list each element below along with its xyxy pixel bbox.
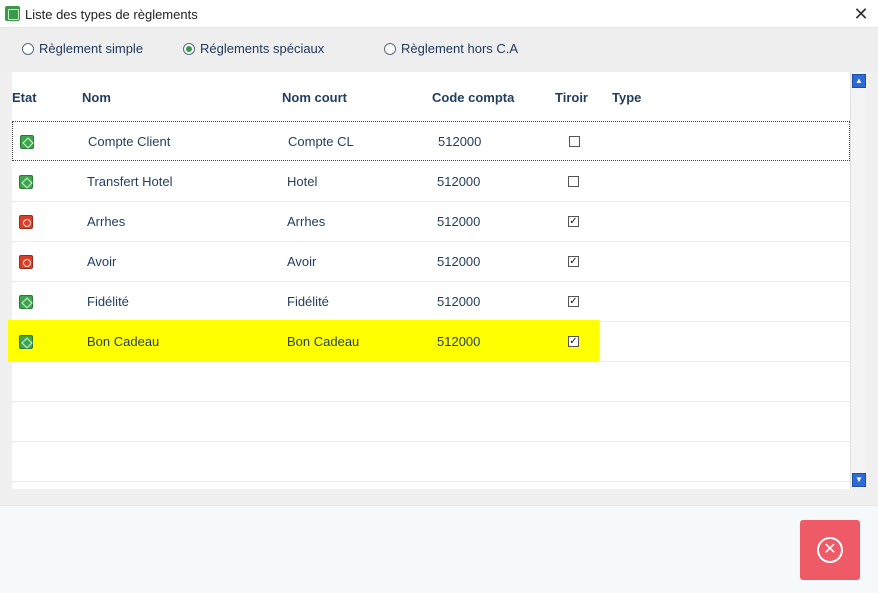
empty-row	[12, 362, 850, 402]
radio-button-icon	[384, 42, 396, 55]
cell-nom-court: Fidélité	[287, 294, 329, 309]
filter-radio-group: Règlement simple Réglements spéciaux Règ…	[0, 28, 878, 72]
radio-label: Règlement simple	[39, 41, 144, 56]
payment-types-table: Etat Nom Nom court Code compta Tiroir Ty…	[8, 72, 850, 489]
cell-code-compta: 512000	[437, 214, 481, 229]
tiroir-checkbox[interactable]	[568, 176, 579, 187]
red-status-icon	[19, 255, 33, 269]
cell-nom: Transfert Hotel	[87, 174, 173, 189]
empty-row	[12, 442, 850, 482]
cell-code-compta: 512000	[438, 134, 482, 149]
cell-nom: Compte Client	[88, 134, 171, 149]
title-bar: Liste des types de règlements ✕	[0, 0, 878, 28]
table-row[interactable]: Avoir Avoir 512000 ✓	[12, 242, 850, 282]
scroll-down-icon[interactable]: ▼	[852, 473, 866, 487]
tiroir-checkbox-checked[interactable]: ✓	[568, 296, 579, 307]
close-dialog-button[interactable]: ✕	[800, 520, 860, 580]
radio-label: Réglements spéciaux	[200, 41, 325, 56]
column-header-nom[interactable]: Nom	[82, 90, 111, 105]
cell-nom-court: Bon Cadeau	[287, 334, 360, 349]
cell-nom-court: Hotel	[287, 174, 318, 189]
scroll-up-icon[interactable]: ▲	[852, 74, 866, 88]
cell-nom: Bon Cadeau	[87, 334, 160, 349]
close-circle-icon: ✕	[817, 537, 843, 563]
green-status-icon	[19, 295, 33, 309]
tiroir-checkbox-checked[interactable]: ✓	[568, 336, 579, 347]
radio-label: Règlement hors C.A	[401, 41, 519, 56]
table-header: Etat Nom Nom court Code compta Tiroir Ty…	[12, 72, 850, 120]
table-row[interactable]: Compte Client Compte CL 512000	[12, 121, 850, 161]
column-header-etat[interactable]: Etat	[12, 90, 37, 105]
window-title: Liste des types de règlements	[25, 7, 198, 22]
cell-nom-court: Avoir	[287, 254, 317, 269]
cell-code-compta: 512000	[437, 174, 481, 189]
empty-row	[12, 402, 850, 442]
cell-code-compta: 512000	[437, 334, 481, 349]
column-header-code-compta[interactable]: Code compta	[432, 90, 514, 105]
red-status-icon	[19, 215, 33, 229]
radio-button-selected-icon	[183, 42, 195, 55]
radio-reglement-simple[interactable]: Règlement simple	[22, 41, 143, 56]
tiroir-checkbox-checked[interactable]: ✓	[568, 256, 579, 267]
table-row[interactable]: Arrhes Arrhes 512000 ✓	[12, 202, 850, 242]
cell-code-compta: 512000	[437, 294, 481, 309]
table-row-highlighted[interactable]: Bon Cadeau Bon Cadeau 512000 ✓	[8, 320, 850, 362]
footer-panel	[0, 505, 878, 593]
tiroir-checkbox-checked[interactable]: ✓	[568, 216, 579, 227]
green-status-icon	[19, 175, 33, 189]
green-status-icon	[20, 135, 34, 149]
column-header-type[interactable]: Type	[612, 90, 641, 105]
app-icon	[5, 6, 20, 21]
green-status-icon	[19, 335, 33, 349]
cell-nom: Avoir	[87, 254, 117, 269]
cell-code-compta: 512000	[437, 254, 481, 269]
cell-nom: Arrhes	[87, 214, 126, 229]
cell-nom-court: Compte CL	[288, 134, 354, 149]
radio-reglements-speciaux[interactable]: Réglements spéciaux	[183, 41, 324, 56]
window-close-button[interactable]: ✕	[844, 0, 878, 28]
table-row[interactable]: Transfert Hotel Hotel 512000	[12, 162, 850, 202]
cell-nom-court: Arrhes	[287, 214, 326, 229]
tiroir-checkbox[interactable]	[569, 136, 580, 147]
table-row[interactable]: Fidélité Fidélité 512000 ✓	[12, 282, 850, 322]
cell-nom: Fidélité	[87, 294, 129, 309]
radio-button-icon	[22, 42, 34, 55]
vertical-scrollbar[interactable]: ▲ ▼	[850, 72, 866, 489]
column-header-nom-court[interactable]: Nom court	[282, 90, 347, 105]
column-header-tiroir[interactable]: Tiroir	[555, 90, 588, 105]
radio-reglement-hors-ca[interactable]: Règlement hors C.A	[384, 41, 518, 56]
